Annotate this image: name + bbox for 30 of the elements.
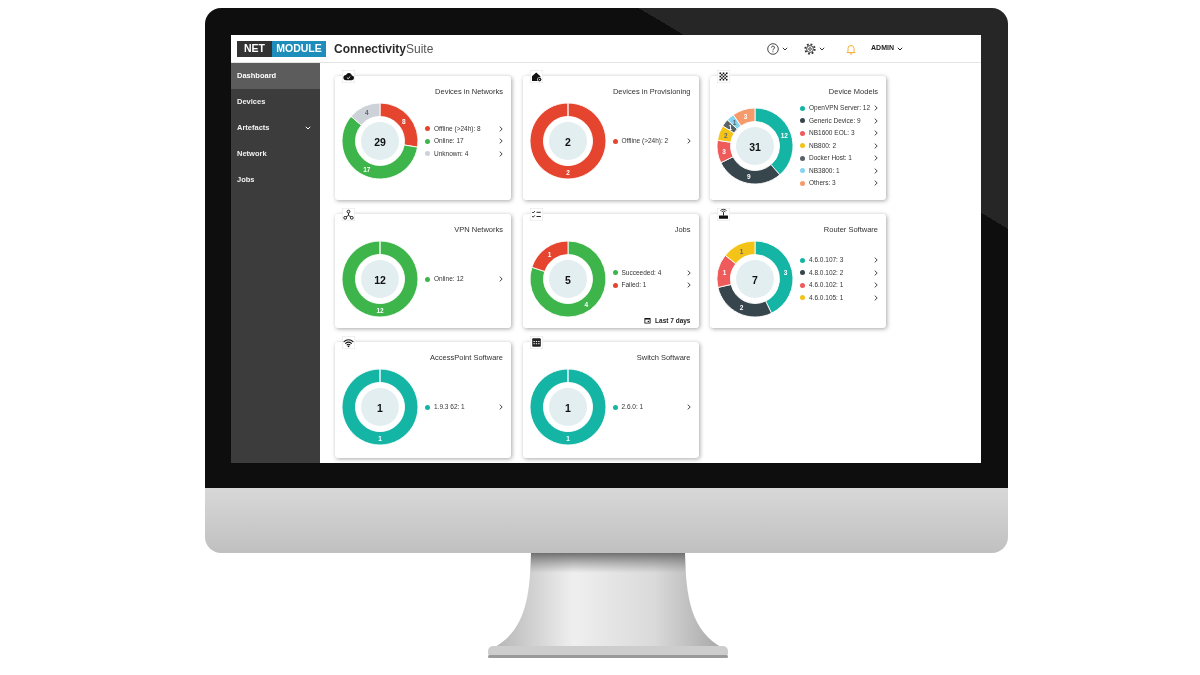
logo-block: NET: [237, 40, 272, 57]
app-name: ConnectivitySuite: [334, 40, 434, 58]
total-count: 1: [564, 401, 571, 414]
chevron-right-icon[interactable]: [499, 276, 503, 282]
calendar-icon: [644, 317, 652, 325]
chevron-right-icon[interactable]: [499, 404, 503, 410]
total-count: 1: [377, 401, 383, 414]
settings-icon[interactable]: [804, 42, 817, 55]
total-count: 29: [374, 135, 386, 148]
chevron-down-icon[interactable]: [305, 126, 311, 130]
center-disc: [548, 122, 587, 160]
total-count: 31: [749, 140, 761, 153]
caret-icon[interactable]: [897, 46, 903, 51]
center-disc: [736, 260, 774, 298]
total-count: 12: [374, 273, 386, 286]
total-count: 5: [564, 273, 571, 286]
help-icon[interactable]: [767, 42, 780, 55]
center-disc: [736, 126, 774, 165]
center-disc: [548, 260, 587, 298]
caret-icon[interactable]: [819, 46, 826, 51]
center-disc: [361, 388, 399, 426]
total-count: 7: [752, 273, 758, 286]
center-disc: [548, 388, 587, 426]
chevron-right-icon[interactable]: [686, 138, 691, 144]
chevron-right-icon[interactable]: [686, 404, 691, 410]
total-count: 2: [564, 135, 571, 148]
center-disc: [361, 122, 399, 160]
center-disc: [361, 260, 399, 298]
logo-block: MODULE: [272, 40, 326, 57]
caret-icon[interactable]: [782, 46, 789, 51]
